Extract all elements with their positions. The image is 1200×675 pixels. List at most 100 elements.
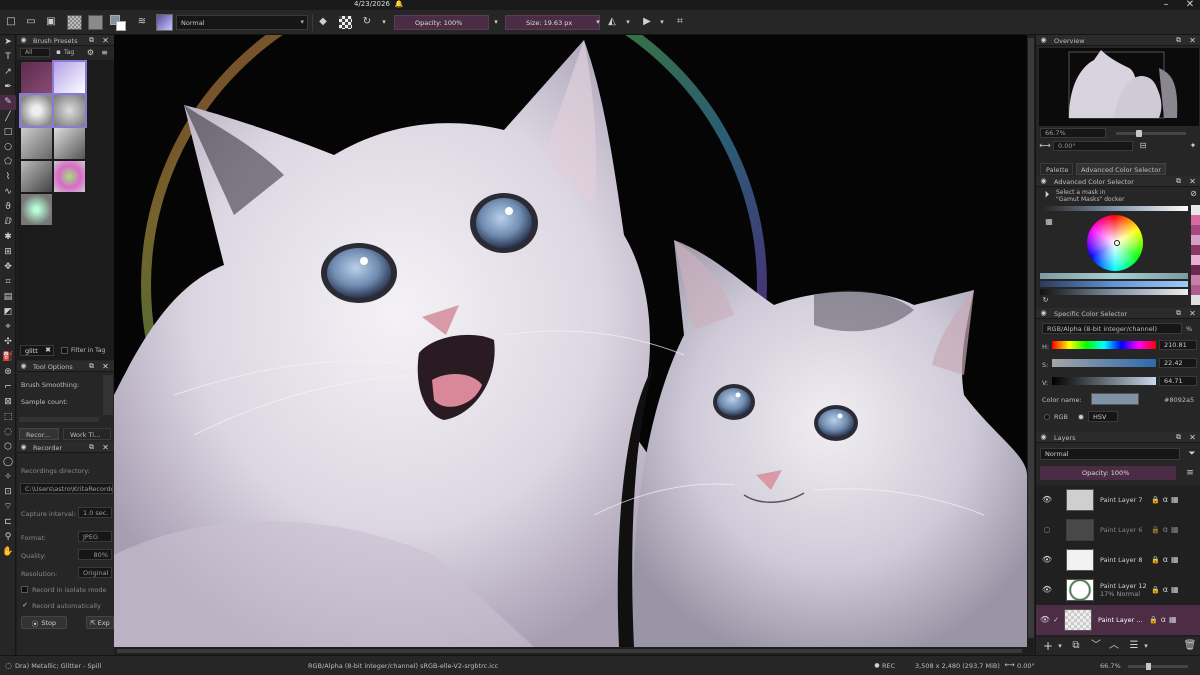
bezier-select-icon[interactable]: ⌔ <box>0 500 16 515</box>
alpha-lock-icon[interactable]: ▦ <box>1171 586 1179 594</box>
tab-advanced-color[interactable]: Advanced Color Selector <box>1076 163 1166 175</box>
colorspace-select[interactable]: RGB/Alpha (8-bit integer/channel) <box>1042 323 1182 334</box>
save-icon[interactable]: ▣ <box>44 15 58 29</box>
ellipse-select-icon[interactable]: ◌ <box>0 425 16 440</box>
chevron-down-icon[interactable]: ▾ <box>492 15 500 29</box>
float-docker-icon[interactable]: ⧉ <box>1174 36 1183 45</box>
mirror-view-icon[interactable]: ⊟ <box>1138 141 1148 151</box>
brush-preset-item[interactable] <box>52 60 87 95</box>
canvas-vertical-scrollbar[interactable] <box>1027 35 1035 647</box>
tool-options-scrollbar[interactable] <box>103 375 113 415</box>
rect-select-icon[interactable]: ⬚ <box>0 410 16 425</box>
layer-row-selected[interactable]: 👁 ✓ Paint Layer ... 🔒 α ▦ <box>1036 605 1200 635</box>
docker-menu-icon[interactable]: ◉ <box>19 362 28 371</box>
refresh-colors-icon[interactable]: ↻ <box>1041 296 1050 305</box>
color-patches-column[interactable] <box>1191 205 1200 305</box>
visibility-eye-icon[interactable]: 👁 <box>1040 616 1050 624</box>
size-slider[interactable]: Size: 19.63 px <box>505 15 600 30</box>
fg-bg-color-icon[interactable] <box>110 15 126 31</box>
docker-menu-icon[interactable]: ◉ <box>1039 433 1048 442</box>
pin-icon[interactable]: ✦ <box>1188 141 1198 151</box>
smart-patch-icon[interactable]: ✣ <box>0 335 16 350</box>
close-window-icon[interactable]: ✕ <box>1184 0 1196 9</box>
overview-zoom-select[interactable]: 66.7% <box>1040 128 1106 138</box>
float-docker-icon[interactable]: ⧉ <box>1174 177 1183 186</box>
visibility-eye-icon[interactable]: 👁 <box>1040 586 1054 594</box>
chevron-down-icon[interactable]: ▾ <box>380 15 388 29</box>
visibility-eye-icon[interactable]: 👁 <box>1040 496 1054 504</box>
close-docker-icon[interactable]: ✕ <box>101 362 110 371</box>
color-settings-icon[interactable]: ▦ <box>1044 217 1054 227</box>
tag-label[interactable]: Tag <box>64 49 74 56</box>
minimize-icon[interactable]: – <box>1160 0 1172 9</box>
chevron-down-icon[interactable]: ▾ <box>658 15 666 29</box>
brush-preset-item[interactable] <box>21 128 52 159</box>
opacity-slider[interactable]: Opacity: 100% <box>394 15 489 30</box>
zoom-tool-icon[interactable]: ⚲ <box>0 530 16 545</box>
move-up-icon[interactable]: ︿ <box>1108 640 1120 652</box>
add-layer-icon[interactable]: + <box>1042 640 1054 652</box>
brush-preset-item[interactable] <box>21 194 52 225</box>
layer-opacity-slider[interactable]: Opacity: 100% <box>1040 466 1176 480</box>
float-docker-icon[interactable]: ⧉ <box>87 443 96 452</box>
polyline-tool-icon[interactable]: ⌇ <box>0 170 16 185</box>
alpha-lock-icon[interactable]: ▦ <box>1171 496 1179 504</box>
tag-filter-select[interactable]: All <box>20 48 50 57</box>
v-input[interactable]: 64.71 <box>1159 376 1197 386</box>
layer-menu-icon[interactable]: ≡ <box>1184 467 1196 479</box>
float-docker-icon[interactable]: ⧉ <box>87 36 96 45</box>
transform-tool-icon[interactable]: ⊞ <box>0 245 16 260</box>
bezier-tool-icon[interactable]: ∿ <box>0 185 16 200</box>
layer-row[interactable]: 👁 Paint Layer 12 17% Normal 🔒 α ▦ <box>1036 575 1200 605</box>
similar-select-icon[interactable]: ⊡ <box>0 485 16 500</box>
layer-row[interactable]: ○ Paint Layer 6 🔒 α ▦ <box>1036 515 1200 545</box>
delete-layer-icon[interactable]: 🗑 <box>1184 640 1197 652</box>
mirror-vertical-icon[interactable]: ▶ <box>640 15 654 29</box>
hex-value[interactable]: #8092a5 <box>1164 396 1194 404</box>
tab-palette[interactable]: Palette <box>1040 163 1073 175</box>
eraser-icon[interactable]: ◆ <box>316 15 330 29</box>
fill-tool-icon[interactable]: ◩ <box>0 305 16 320</box>
canvas-horizontal-scrollbar[interactable] <box>114 647 1027 655</box>
close-docker-icon[interactable]: ✕ <box>1188 309 1197 318</box>
gradient-swatch-icon[interactable] <box>88 15 103 30</box>
bell-icon[interactable]: 🔔 <box>395 0 404 9</box>
reference-tool-icon[interactable]: ⊠ <box>0 395 16 410</box>
float-docker-icon[interactable]: ⧉ <box>87 362 96 371</box>
contiguous-select-icon[interactable]: ✧ <box>0 470 16 485</box>
value-slider[interactable] <box>1052 377 1156 385</box>
brush-preset-item[interactable] <box>54 128 85 159</box>
chevron-down-icon[interactable]: ▾ <box>1056 640 1064 652</box>
chevron-down-icon[interactable]: ▾ <box>624 15 632 29</box>
layer-lock-icon[interactable]: 🔒 <box>1151 496 1160 504</box>
layer-lock-icon[interactable]: 🔒 <box>1149 616 1158 624</box>
hsv-select[interactable]: HSV <box>1088 411 1118 422</box>
float-docker-icon[interactable]: ⧉ <box>1174 309 1183 318</box>
filter-icon[interactable]: ⏷ <box>1186 448 1198 460</box>
alpha-lock-icon[interactable]: ▦ <box>1171 526 1179 534</box>
filter-in-tag-checkbox[interactable] <box>61 347 68 354</box>
gradient-tool-icon[interactable]: ▤ <box>0 290 16 305</box>
tool-options-hscroll[interactable] <box>19 417 99 422</box>
capture-interval-input[interactable]: 1.0 sec. <box>78 507 112 518</box>
zoom-status[interactable]: 66.7% <box>1100 662 1121 670</box>
polygon-tool-icon[interactable]: ⬠ <box>0 155 16 170</box>
layer-properties-icon[interactable]: ☰ <box>1128 640 1140 652</box>
pattern-swatch-icon[interactable] <box>67 15 82 30</box>
rectangle-tool-icon[interactable]: □ <box>0 125 16 140</box>
reload-icon[interactable]: ↻ <box>360 15 374 29</box>
layer-lock-icon[interactable]: 🔒 <box>1151 556 1160 564</box>
new-document-icon[interactable]: □ <box>4 15 18 29</box>
close-docker-icon[interactable]: ✕ <box>1188 433 1197 442</box>
gamut-toggle-icon[interactable]: ⊘ <box>1189 189 1198 198</box>
h-input[interactable]: 210.81 <box>1159 340 1197 350</box>
brush-settings-icon[interactable]: ≋ <box>135 15 149 29</box>
settings-icon[interactable]: ⚙ <box>86 48 95 57</box>
quality-input[interactable]: 80% <box>78 549 112 560</box>
visibility-off-icon[interactable]: ○ <box>1040 526 1054 534</box>
layer-lock-icon[interactable]: 🔒 <box>1151 586 1160 594</box>
assistant-tool-icon[interactable]: ⊛ <box>0 365 16 380</box>
record-auto-checkbox[interactable]: ✓ <box>21 601 29 609</box>
record-isolate-checkbox[interactable] <box>21 586 28 593</box>
line-tool-icon[interactable]: ╱ <box>0 110 16 125</box>
